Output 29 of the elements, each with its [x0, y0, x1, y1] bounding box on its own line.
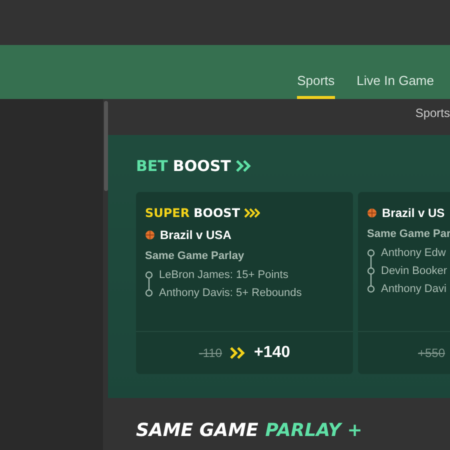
section-title: SAME GAME [136, 420, 258, 441]
section-title: BOOST [172, 157, 231, 175]
basketball-icon [367, 208, 377, 218]
section-title-accent: BET [136, 157, 168, 175]
chevrons-icon [236, 160, 252, 172]
match-name: Brazil v USA [160, 228, 232, 242]
scrollbar[interactable] [104, 101, 108, 191]
market-name: Same Game Parlay [145, 250, 246, 262]
boost-card[interactable]: SUPER BOOST Brazil v USA Same Game Parlay LeBron James: 15+ Points Anthony Davis: 5+ Rebounds -110 +140 [136, 192, 353, 374]
leg-text: Anthony Davis: 5+ Rebounds [159, 286, 302, 301]
badge-accent: SUPER [145, 206, 190, 220]
breadcrumb[interactable]: Sports [415, 106, 450, 120]
nav-tab[interactable]: Live In Game [356, 45, 434, 99]
badge-label: BOOST [194, 206, 240, 220]
match-name: Brazil v US [382, 206, 445, 220]
leg-text: LeBron James: 15+ Points [159, 268, 290, 283]
leg-text: Anthony Davi [381, 282, 448, 297]
leg-text: Devin Booker [381, 264, 448, 279]
leg-connector-drawing [367, 249, 375, 293]
old-odds: +550 [418, 346, 446, 360]
boosted-odds: +140 [254, 344, 290, 362]
section-title-accent: PARLAY + [265, 420, 362, 441]
leg-connector-drawing [145, 271, 153, 297]
basketball-icon [145, 230, 155, 240]
old-odds: -110 [198, 346, 222, 360]
chevrons-icon [230, 347, 246, 359]
chevrons-icon [244, 208, 260, 218]
leg-text: Anthony Edw [381, 246, 447, 261]
nav-tab[interactable]: Sports [297, 45, 335, 99]
